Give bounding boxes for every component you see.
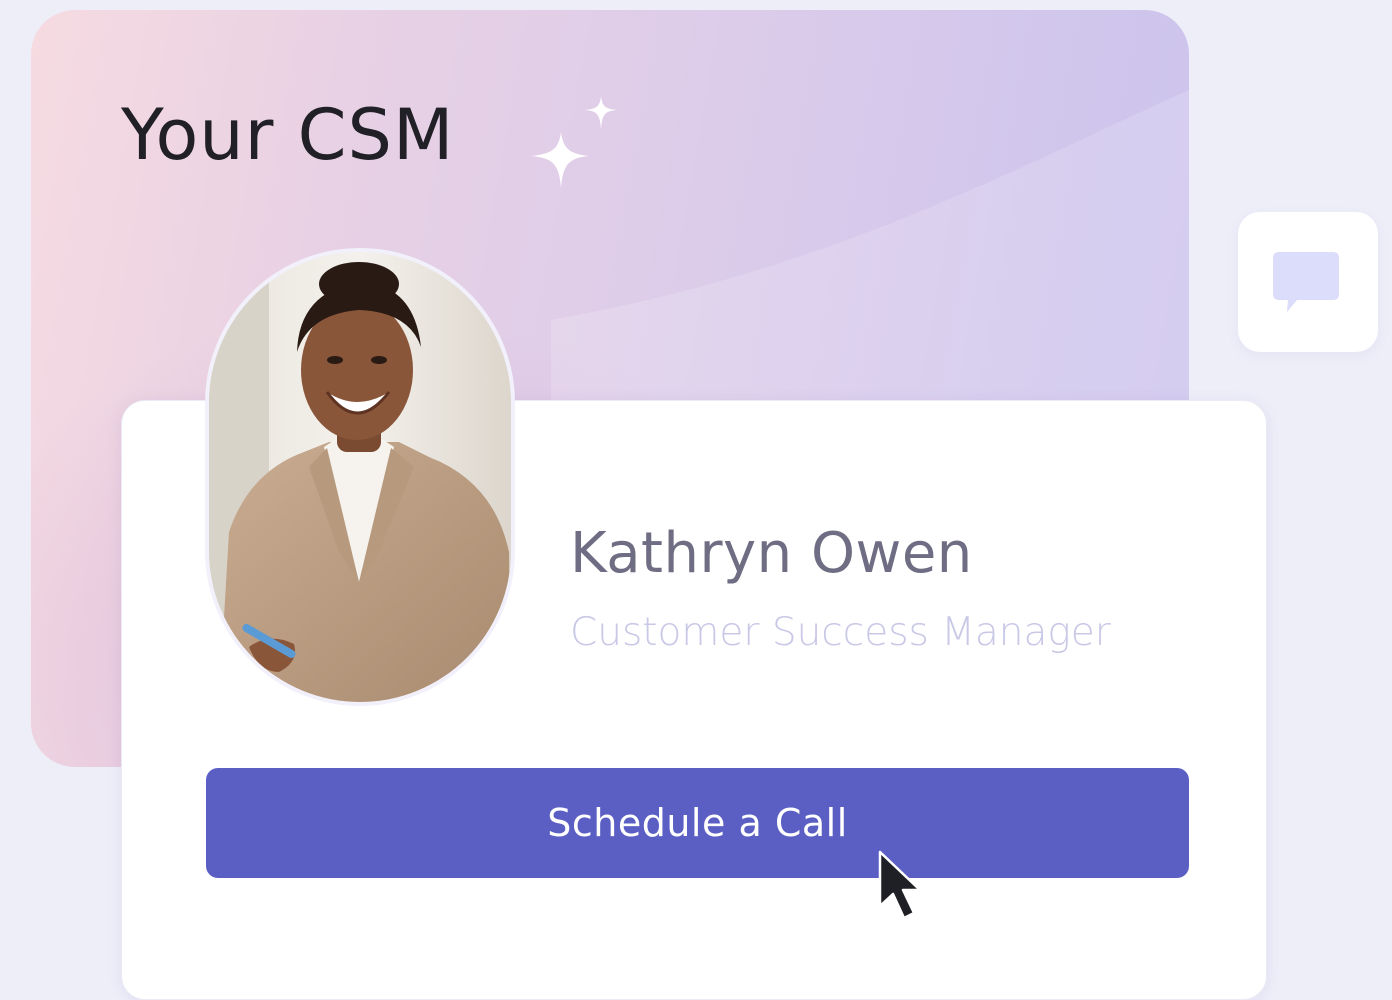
mouse-pointer-icon — [878, 850, 922, 920]
person-name: Kathryn Owen — [570, 521, 973, 586]
person-role: Customer Success Manager — [570, 610, 1111, 655]
avatar — [205, 248, 515, 706]
chat-bubble-icon — [1273, 252, 1339, 312]
sparkle-icon — [531, 96, 617, 188]
hero-title: Your CSM — [121, 94, 455, 176]
chat-button[interactable] — [1238, 212, 1378, 352]
schedule-call-button[interactable]: Schedule a Call — [206, 768, 1189, 878]
avatar-photo — [209, 252, 511, 702]
